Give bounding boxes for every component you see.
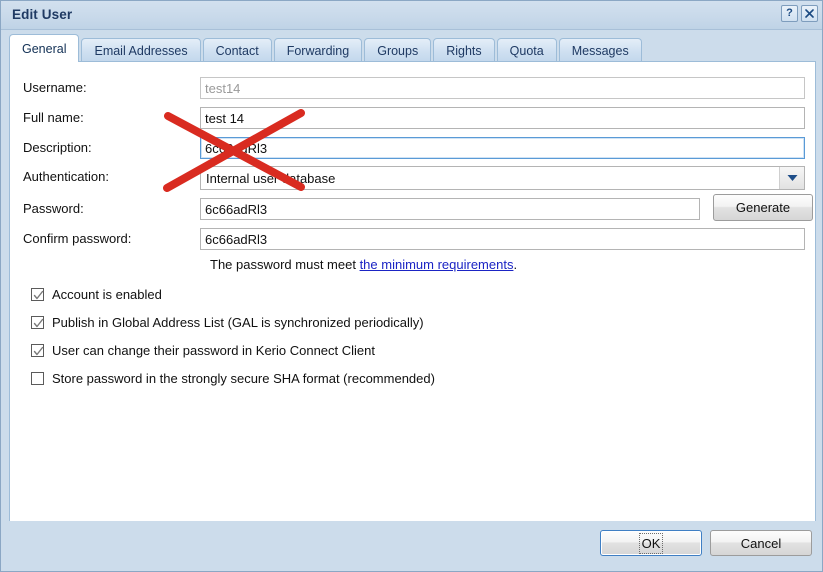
tab-bar: General Email Addresses Contact Forwardi… <box>9 34 816 62</box>
tab-label: General <box>22 41 67 56</box>
checkmark-icon <box>31 288 44 301</box>
help-glyph: ? <box>786 7 793 19</box>
close-glyph <box>805 9 814 18</box>
tab-label: Contact <box>215 43 259 58</box>
hint-prefix: The password must meet <box>210 257 360 272</box>
cancel-button[interactable]: Cancel <box>710 530 812 556</box>
tab-label: Forwarding <box>286 43 350 58</box>
tab-label: Email Addresses <box>94 43 188 58</box>
authentication-dropdown[interactable]: Internal user database <box>200 166 805 190</box>
username-label: Username: <box>23 80 87 95</box>
ok-button-label: OK <box>638 532 664 554</box>
checkbox-account-enabled[interactable]: Account is enabled <box>31 287 162 302</box>
checkbox-publish-gal[interactable]: Publish in Global Address List (GAL is s… <box>31 315 424 330</box>
tab-messages[interactable]: Messages <box>558 38 642 62</box>
chevron-down-icon[interactable] <box>779 167 804 189</box>
dialog-footer: OK Cancel <box>1 521 822 571</box>
tab-email-addresses[interactable]: Email Addresses <box>81 38 201 62</box>
minimum-requirements-link[interactable]: the minimum requirements <box>360 257 514 272</box>
generate-button[interactable]: Generate <box>713 194 813 221</box>
username-input[interactable] <box>200 77 805 99</box>
authentication-value: Internal user database <box>206 170 336 186</box>
fullname-input[interactable] <box>200 107 805 129</box>
checkbox-label: Account is enabled <box>52 287 162 302</box>
cancel-button-label: Cancel <box>740 535 782 551</box>
dialog-title: Edit User <box>12 7 73 22</box>
fullname-label: Full name: <box>23 110 84 125</box>
tab-general[interactable]: General <box>9 34 80 62</box>
general-tab-panel: Username: Full name: Description: Authen… <box>9 61 816 522</box>
tab-quota[interactable]: Quota <box>496 38 557 62</box>
tab-label: Messages <box>571 43 629 58</box>
checkbox-label: User can change their password in Kerio … <box>52 343 376 358</box>
checkbox-store-sha[interactable]: Store password in the strongly secure SH… <box>31 371 435 386</box>
tab-label: Quota <box>509 43 544 58</box>
tab-label: Groups <box>377 43 419 58</box>
checkbox-user-change-password[interactable]: User can change their password in Kerio … <box>31 343 375 358</box>
tab-forwarding[interactable]: Forwarding <box>273 38 363 62</box>
title-bar: Edit User ? <box>1 1 822 30</box>
empty-checkbox-icon <box>31 372 44 385</box>
generate-button-label: Generate <box>735 200 791 215</box>
tab-rights[interactable]: Rights <box>433 38 495 62</box>
help-icon[interactable]: ? <box>781 5 798 22</box>
hint-suffix: . <box>513 257 518 272</box>
checkmark-icon <box>31 344 44 357</box>
close-icon[interactable] <box>801 5 818 22</box>
confirm-password-input[interactable] <box>200 228 805 250</box>
password-requirements-hint: The password must meet the minimum requi… <box>210 257 517 272</box>
authentication-label: Authentication: <box>23 169 110 184</box>
description-label: Description: <box>23 140 92 155</box>
title-bar-buttons: ? <box>781 5 818 22</box>
confirm-password-label: Confirm password: <box>23 231 132 246</box>
checkmark-icon <box>31 316 44 329</box>
tab-label: Rights <box>446 43 482 58</box>
edit-user-dialog: Edit User ? General Email Addresses Cont… <box>0 0 823 572</box>
password-label: Password: <box>23 201 84 216</box>
ok-button[interactable]: OK <box>600 530 702 556</box>
footer-buttons: OK Cancel <box>600 530 812 556</box>
description-input[interactable] <box>200 137 805 159</box>
checkbox-label: Store password in the strongly secure SH… <box>52 371 435 386</box>
password-input[interactable] <box>200 198 700 220</box>
checkbox-label: Publish in Global Address List (GAL is s… <box>52 315 424 330</box>
tab-contact[interactable]: Contact <box>202 38 272 62</box>
tab-groups[interactable]: Groups <box>364 38 432 62</box>
